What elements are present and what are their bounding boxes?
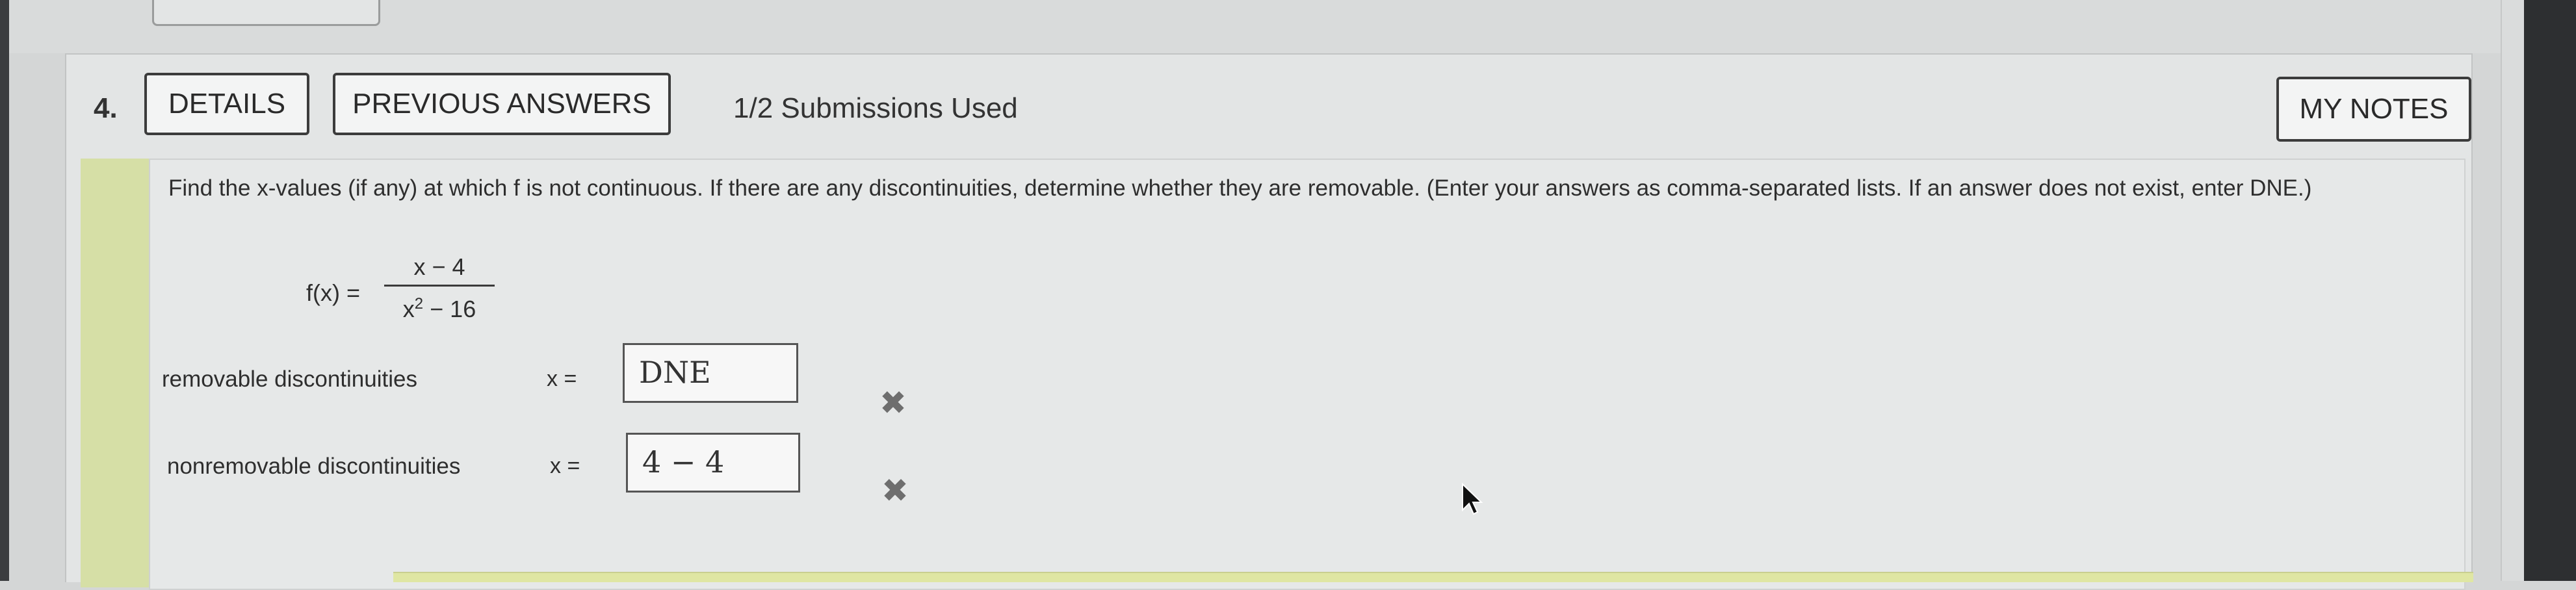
- function-fraction: x − 4 x2 − 16: [384, 251, 495, 322]
- fraction-bar: [384, 285, 495, 287]
- screen-right-edge: [2524, 0, 2576, 581]
- my-notes-button[interactable]: MY NOTES: [2276, 77, 2471, 142]
- question-accent-bar: [81, 159, 149, 587]
- nonremovable-x-label: x =: [550, 454, 580, 478]
- nonremovable-incorrect-icon: ✖: [881, 472, 909, 509]
- nonremovable-label: nonremovable discontinuities: [167, 454, 461, 479]
- removable-label: removable discontinuities: [162, 366, 417, 392]
- screen-left-edge: [0, 0, 9, 581]
- question-number: 4.: [94, 92, 118, 124]
- mouse-cursor-icon: [1462, 483, 1483, 515]
- previous-question-tab: [152, 0, 380, 26]
- fraction-numerator: x − 4: [413, 253, 465, 280]
- removable-x-label: x =: [547, 366, 577, 391]
- nonremovable-answer-input[interactable]: 4 − 4: [626, 433, 800, 493]
- previous-answers-button[interactable]: PREVIOUS ANSWERS: [333, 73, 671, 135]
- scrollbar-track[interactable]: [2501, 0, 2524, 581]
- submissions-used: 1/2 Submissions Used: [733, 92, 1018, 124]
- removable-incorrect-icon: ✖: [879, 385, 907, 421]
- previous-question-area: [9, 0, 2515, 53]
- fraction-denominator: x2 − 16: [402, 295, 476, 322]
- details-button[interactable]: DETAILS: [144, 73, 309, 135]
- removable-answer-input[interactable]: DNE: [623, 343, 798, 403]
- question-prompt: Find the x-values (if any) at which f is…: [168, 175, 2312, 201]
- function-lhs: f(x) =: [306, 279, 361, 306]
- question-card: 4. DETAILS PREVIOUS ANSWERS 1/2 Submissi…: [65, 53, 2473, 590]
- question-content: Find the x-values (if any) at which f is…: [149, 159, 2465, 590]
